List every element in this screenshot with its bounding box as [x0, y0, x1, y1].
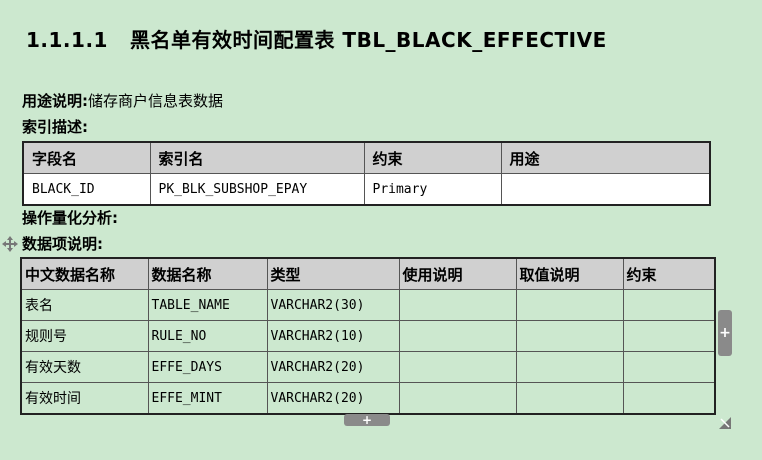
- index-header-constraint[interactable]: 约束: [363, 141, 502, 174]
- purpose-value: 储存商户信息表数据: [88, 92, 224, 110]
- table-cell[interactable]: [398, 289, 517, 321]
- items-header-usage[interactable]: 使用说明: [398, 257, 517, 290]
- table-cell[interactable]: 有效天数: [20, 351, 149, 383]
- table-cell[interactable]: [398, 320, 517, 352]
- plus-icon: +: [719, 325, 731, 341]
- items-header-data-name[interactable]: 数据名称: [147, 257, 268, 290]
- purpose-label: 用途说明:: [22, 92, 88, 110]
- section-heading: 1.1.1.1 黑名单有效时间配置表 TBL_BLACK_EFFECTIVE: [26, 24, 607, 53]
- index-table-header-row: 字段名 索引名 约束 用途: [22, 141, 711, 174]
- items-header-type[interactable]: 类型: [266, 257, 400, 290]
- table-cell[interactable]: EFFE_MINT: [147, 382, 268, 415]
- table-cell[interactable]: PK_BLK_SUBSHOP_EPAY: [149, 173, 365, 206]
- table-row: 有效时间 EFFE_MINT VARCHAR2(20): [20, 382, 716, 415]
- table-cell[interactable]: [500, 173, 711, 206]
- data-items-label: 数据项说明:: [22, 235, 103, 253]
- table-cell[interactable]: BLACK_ID: [22, 173, 151, 206]
- table-cell[interactable]: TABLE_NAME: [147, 289, 268, 321]
- table-cell[interactable]: [622, 289, 716, 321]
- table-cell[interactable]: [515, 320, 624, 352]
- index-header-field[interactable]: 字段名: [22, 141, 151, 174]
- table-cell[interactable]: [622, 351, 716, 383]
- table-cell[interactable]: 表名: [20, 289, 149, 321]
- data-items-table: 中文数据名称 数据名称 类型 使用说明 取值说明 约束 表名 TABLE_NAM…: [20, 257, 716, 415]
- section-number: 1.1.1.1: [26, 28, 108, 52]
- index-header-purpose[interactable]: 用途: [500, 141, 711, 174]
- table-row: BLACK_ID PK_BLK_SUBSHOP_EPAY Primary: [22, 173, 711, 206]
- purpose-line: 用途说明:储存商户信息表数据: [22, 90, 223, 111]
- table-cell[interactable]: 有效时间: [20, 382, 149, 415]
- items-header-value-desc[interactable]: 取值说明: [515, 257, 624, 290]
- table-cell[interactable]: [398, 382, 517, 415]
- move-icon[interactable]: [2, 236, 18, 252]
- items-table-header-row: 中文数据名称 数据名称 类型 使用说明 取值说明 约束: [20, 257, 716, 290]
- table-cell[interactable]: EFFE_DAYS: [147, 351, 268, 383]
- index-table: 字段名 索引名 约束 用途 BLACK_ID PK_BLK_SUBSHOP_EP…: [22, 141, 711, 206]
- operations-analysis-label: 操作量化分析:: [22, 209, 118, 227]
- index-description-label: 索引描述:: [22, 118, 88, 136]
- table-row: 表名 TABLE_NAME VARCHAR2(30): [20, 289, 716, 321]
- table-cell[interactable]: [515, 289, 624, 321]
- plus-icon: +: [361, 413, 373, 427]
- table-row: 规则号 RULE_NO VARCHAR2(10): [20, 320, 716, 352]
- index-header-index-name[interactable]: 索引名: [149, 141, 365, 174]
- add-row-button[interactable]: +: [344, 414, 390, 426]
- table-row: 有效天数 EFFE_DAYS VARCHAR2(20): [20, 351, 716, 383]
- table-cell[interactable]: [515, 351, 624, 383]
- table-cell[interactable]: VARCHAR2(20): [266, 351, 400, 383]
- table-cell[interactable]: VARCHAR2(10): [266, 320, 400, 352]
- table-cell[interactable]: RULE_NO: [147, 320, 268, 352]
- table-cell[interactable]: 规则号: [20, 320, 149, 352]
- table-cell[interactable]: [398, 351, 517, 383]
- table-cell[interactable]: [622, 382, 716, 415]
- resize-icon[interactable]: [719, 414, 731, 429]
- table-cell[interactable]: [622, 320, 716, 352]
- items-header-cn-name[interactable]: 中文数据名称: [20, 257, 149, 290]
- table-cell[interactable]: VARCHAR2(30): [266, 289, 400, 321]
- items-header-constraint[interactable]: 约束: [622, 257, 716, 290]
- table-cell[interactable]: VARCHAR2(20): [266, 382, 400, 415]
- section-title: 黑名单有效时间配置表 TBL_BLACK_EFFECTIVE: [129, 28, 607, 52]
- table-cell[interactable]: [515, 382, 624, 415]
- table-cell[interactable]: Primary: [363, 173, 502, 206]
- add-column-button[interactable]: +: [718, 310, 732, 356]
